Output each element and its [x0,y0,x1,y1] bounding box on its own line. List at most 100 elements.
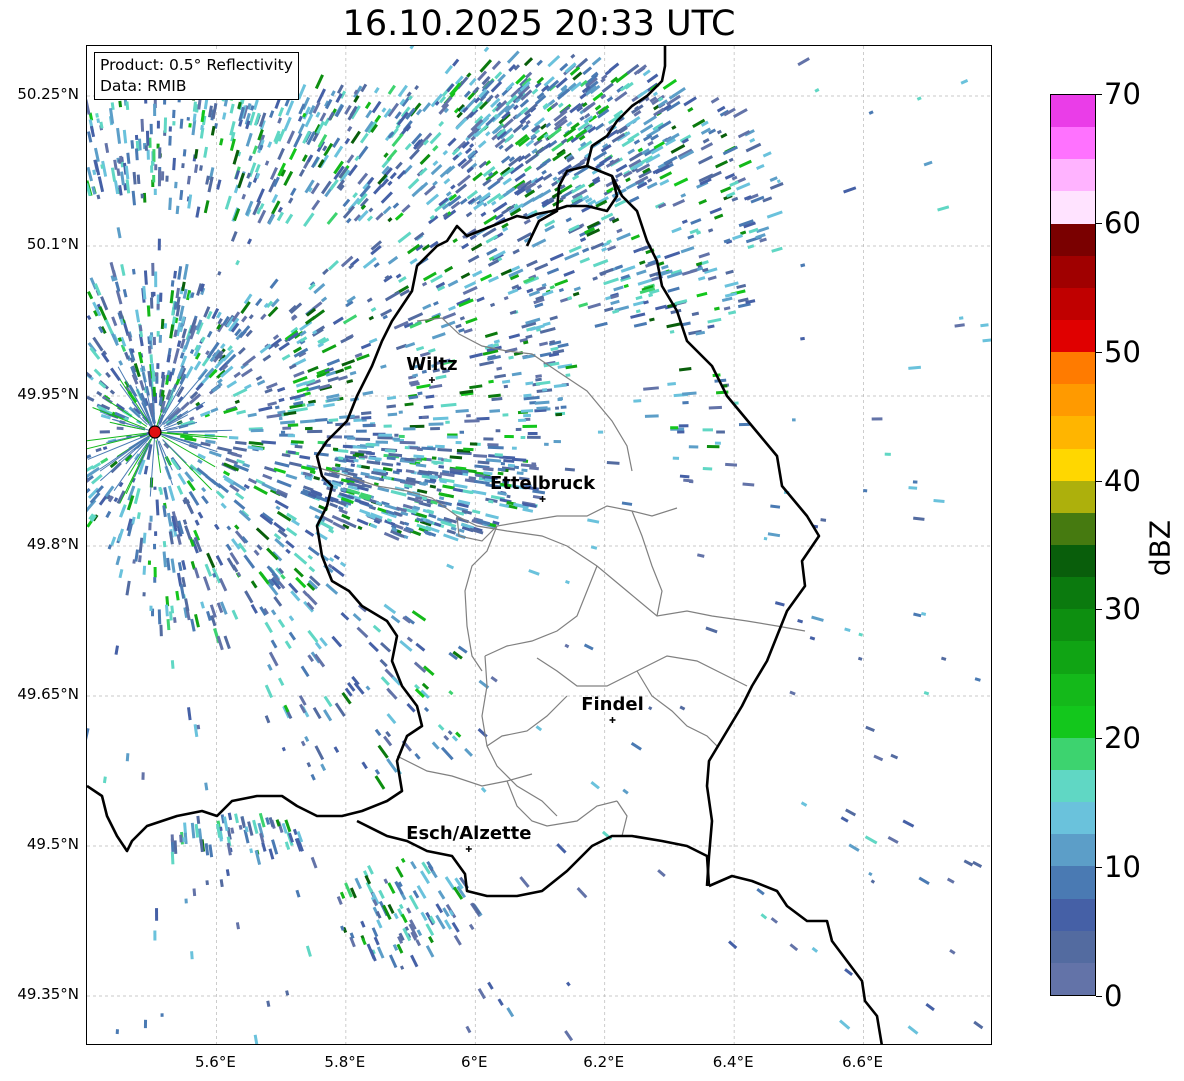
echo-pixel [247,412,257,418]
echo-pixel [455,409,469,414]
echo-pixel [520,409,534,413]
echo-pixel [307,554,314,560]
echo-pixel [197,511,204,519]
echo-pixel [809,636,816,641]
echo-pixel [378,433,392,437]
echo-pixel [811,615,824,622]
radar-map[interactable]: Wiltz Ettelbruck Findel Esch/Alzette [86,45,992,1045]
echo-pixel [535,725,543,732]
echo-pixel [118,568,124,579]
echo-pixel [362,256,377,269]
echo-pixel [916,96,922,101]
echo-pixel [234,399,240,405]
echo-pixel [217,271,222,276]
echo-pixel [332,316,344,325]
echo-pixel [398,410,403,414]
echo-pixel [276,211,284,222]
echo-pixel [946,877,955,884]
echo-pixel [368,475,380,481]
latitude-tick-label: 49.5°N [26,835,79,853]
echo-pixel [702,428,713,432]
echo-pixel [708,405,722,410]
echo-pixel [383,424,392,428]
echo-pixel [698,198,707,205]
echo-pixel [122,129,128,144]
echo-pixel [579,115,585,122]
echo-pixel [459,198,468,205]
echo-pixel [287,434,296,438]
echo-pixel [149,123,153,135]
echo-pixel [115,555,121,566]
echo-pixel [229,103,235,114]
echo-pixel [320,763,327,772]
echo-pixel [865,725,875,733]
echo-pixel [502,177,513,186]
echo-pixel [386,713,397,725]
echo-pixel [368,337,378,344]
echo-pixel [422,102,432,113]
echo-pixel [269,278,279,289]
echo-pixel [218,577,228,592]
echo-pixel [395,161,403,170]
echo-pixel [249,848,254,854]
echo-pixel [253,99,259,111]
colorbar-bin [1051,834,1095,867]
echo-pixel [972,860,983,868]
echo-pixel [220,502,227,509]
echo-pixel [273,467,286,474]
echo-pixel [247,821,254,836]
echo-pixel [306,154,314,163]
echo-pixel [242,355,257,367]
echo-pixel [374,114,382,123]
echo-pixel [438,464,445,469]
echo-pixel [478,679,490,689]
echo-pixel [445,420,450,424]
map-canvas[interactable]: Wiltz Ettelbruck Findel Esch/Alzette [87,46,992,1045]
echo-pixel [266,547,279,561]
echo-pixel [410,860,417,870]
echo-pixel [189,348,195,355]
colorbar-bin [1051,159,1095,192]
canton-border [616,800,628,837]
echo-pixel [223,816,229,832]
echo-pixel [305,945,312,957]
colorbar-bin [1051,352,1095,385]
echo-pixel [622,788,629,795]
echo-pixel [193,360,202,371]
echo-pixel [887,836,899,844]
echo-pixel [265,382,278,390]
city-label: Wiltz [406,354,457,375]
echo-pixel [431,332,446,340]
echo-pixel [400,857,406,864]
echo-pixel [195,206,201,218]
echo-pixel [370,306,377,313]
echo-pixel [102,446,108,451]
colorbar-bin [1051,770,1095,803]
echo-pixel [155,499,160,516]
echo-pixel [342,314,358,325]
echo-pixel [539,326,556,334]
echo-pixel [549,315,558,321]
echo-pixel [319,637,328,647]
echo-pixel [241,193,247,200]
echo-pixel [767,532,781,538]
echo-pixel [542,173,553,181]
echo-pixel [528,569,540,576]
echo-pixel [646,178,653,183]
echo-pixel [194,614,200,628]
echo-pixel [495,429,501,433]
echo-pixel [435,444,445,449]
echo-pixel [404,342,416,349]
echo-pixel [140,118,145,132]
echo-pixel [762,151,772,158]
longitude-tick-label: 6°E [461,1053,488,1071]
echo-pixel [149,515,153,522]
echo-pixel [280,573,286,580]
radar-site-dot [148,425,162,439]
echo-pixel [501,379,511,384]
echo-pixel [225,543,232,552]
echo-pixel [266,565,279,579]
echo-pixel [392,437,400,441]
echo-pixel [494,93,500,99]
echo-pixel [546,267,560,275]
